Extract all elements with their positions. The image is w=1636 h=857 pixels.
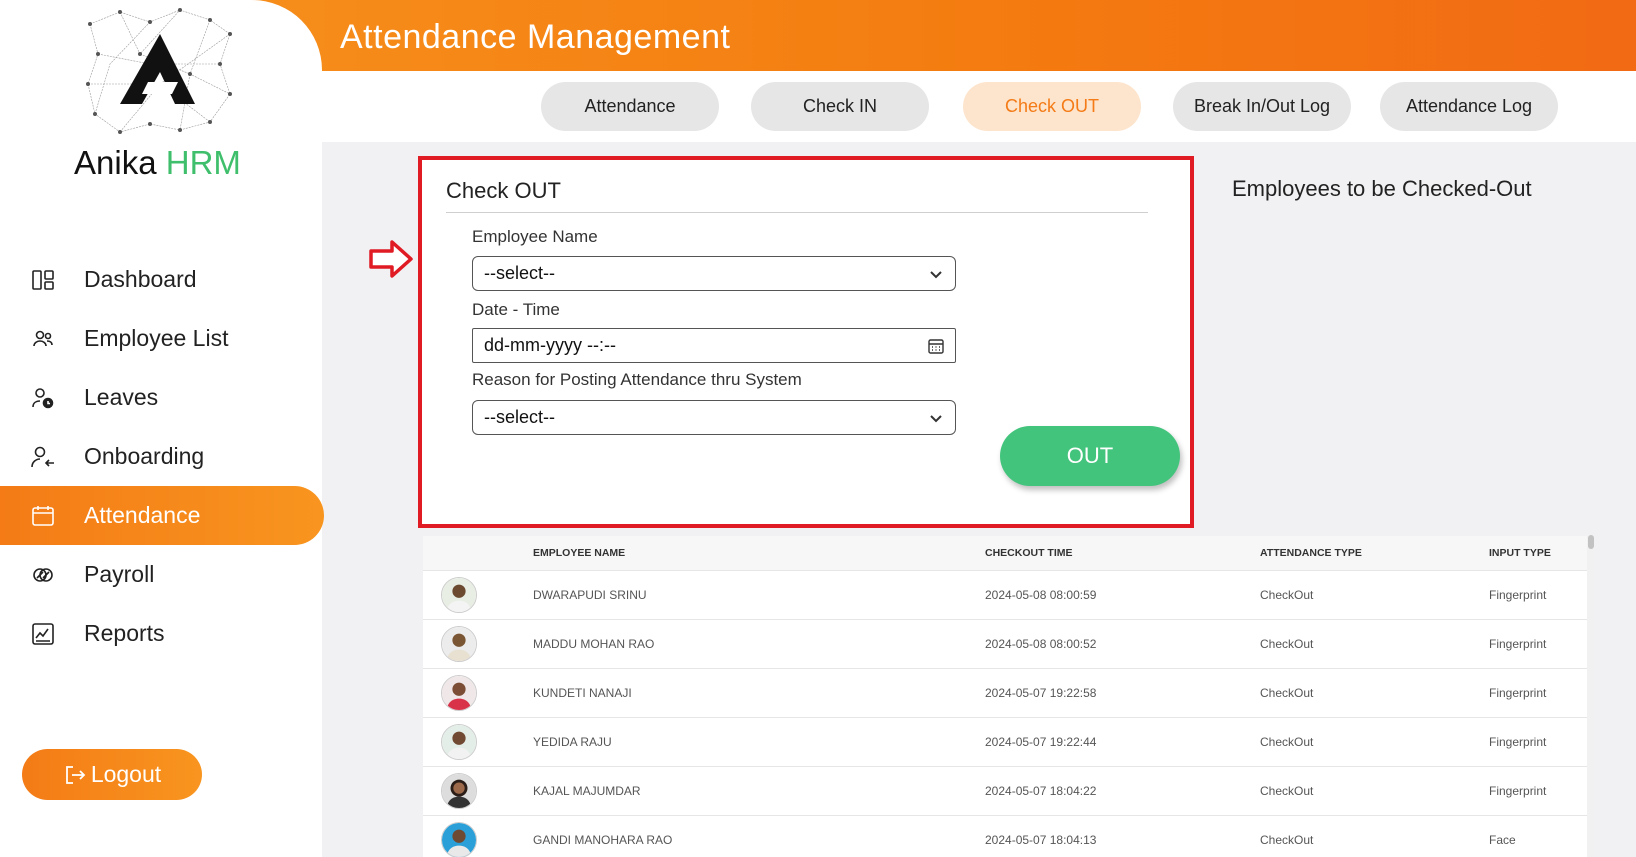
input-type: Fingerprint: [1489, 686, 1547, 700]
column-header: ATTENDANCE TYPE: [1260, 547, 1362, 559]
employee-name: YEDIDA RAJU: [533, 735, 612, 749]
brand-name-part1: Anika: [74, 144, 157, 181]
avatar: [441, 675, 477, 711]
scrollbar-thumb[interactable]: [1588, 535, 1594, 549]
table-row[interactable]: MADDU MOHAN RAO 2024-05-08 08:00:52 Chec…: [423, 619, 1587, 668]
table-header: EMPLOYEE NAME CHECKOUT TIME ATTENDANCE T…: [423, 536, 1587, 570]
attendance-type: CheckOut: [1260, 833, 1314, 847]
sidebar-item-label: Reports: [84, 620, 165, 646]
attendance-type: CheckOut: [1260, 686, 1314, 700]
sidebar-item-reports[interactable]: Reports: [0, 604, 322, 663]
tab-bar: Attendance Check IN Check OUT Break In/O…: [322, 71, 1636, 142]
table-row[interactable]: KUNDETI NANAJI 2024-05-07 19:22:58 Check…: [423, 668, 1587, 717]
avatar: [441, 626, 477, 662]
checkout-time: 2024-05-07 18:04:13: [985, 833, 1097, 847]
avatar: [441, 724, 477, 760]
attendance-type: CheckOut: [1260, 784, 1314, 798]
pending-checkout-title: Employees to be Checked-Out: [1232, 176, 1532, 201]
logo-icon: [86, 8, 232, 134]
panel-title: Check OUT: [446, 178, 561, 203]
out-button[interactable]: OUT: [1000, 426, 1180, 486]
avatar: [441, 773, 477, 809]
column-header: CHECKOUT TIME: [985, 547, 1073, 559]
calendar-picker-icon[interactable]: [927, 337, 945, 355]
user-arrow-icon: [30, 444, 56, 470]
reason-select[interactable]: --select--: [472, 400, 956, 435]
tab-attendance-log[interactable]: Attendance Log: [1380, 82, 1558, 131]
checkout-time: 2024-05-07 19:22:58: [985, 686, 1097, 700]
employee-name: KUNDETI NANAJI: [533, 686, 632, 700]
datetime-label: Date - Time: [472, 300, 560, 319]
input-type: Fingerprint: [1489, 784, 1547, 798]
input-type: Fingerprint: [1489, 637, 1547, 651]
logout-icon: [65, 765, 86, 784]
sidebar-item-payroll[interactable]: Payroll: [0, 545, 322, 604]
users-icon: [30, 326, 56, 352]
attendance-type: CheckOut: [1260, 588, 1314, 602]
employee-name-value: --select--: [484, 263, 555, 283]
sidebar-item-dashboard[interactable]: Dashboard: [0, 250, 322, 309]
sidebar-item-leaves[interactable]: Leaves: [0, 368, 322, 427]
table-row[interactable]: GANDI MANOHARA RAO 2024-05-07 18:04:13 C…: [423, 815, 1587, 857]
checkout-time: 2024-05-08 08:00:52: [985, 637, 1097, 651]
avatar: [441, 822, 477, 857]
sidebar-item-label: Payroll: [84, 561, 155, 587]
table-row[interactable]: KAJAL MAJUMDAR 2024-05-07 18:04:22 Check…: [423, 766, 1587, 815]
table-row[interactable]: YEDIDA RAJU 2024-05-07 19:22:44 CheckOut…: [423, 717, 1587, 766]
tab-check-out[interactable]: Check OUT: [963, 82, 1141, 131]
avatar: [441, 577, 477, 613]
dashboard-icon: [30, 267, 56, 293]
check-out-panel: Check OUT Employee Name --select-- Date …: [418, 156, 1194, 528]
sidebar-item-label: Attendance: [84, 502, 201, 528]
sidebar-item-label: Employee List: [84, 325, 229, 351]
checkout-table: EMPLOYEE NAME CHECKOUT TIME ATTENDANCE T…: [423, 536, 1587, 857]
employee-name-label: Employee Name: [472, 227, 598, 246]
attendance-type: CheckOut: [1260, 637, 1314, 651]
checkout-time: 2024-05-07 18:04:22: [985, 784, 1097, 798]
employee-name: MADDU MOHAN RAO: [533, 637, 655, 651]
input-type: Fingerprint: [1489, 588, 1547, 602]
table-row[interactable]: DWARAPUDI SRINU 2024-05-08 08:00:59 Chec…: [423, 570, 1587, 619]
logout-button[interactable]: Logout: [22, 749, 202, 800]
tab-attendance[interactable]: Attendance: [541, 82, 719, 131]
tab-break-log[interactable]: Break In/Out Log: [1173, 82, 1351, 131]
page-title: Attendance Management: [340, 18, 731, 56]
datetime-input[interactable]: dd-mm-yyyy --:--: [472, 328, 956, 363]
user-clock-icon: [30, 385, 56, 411]
logout-label: Logout: [90, 761, 162, 787]
employee-name: DWARAPUDI SRINU: [533, 588, 647, 602]
coins-icon: [30, 562, 56, 588]
sidebar-item-employee-list[interactable]: Employee List: [0, 309, 322, 368]
reason-value: --select--: [484, 407, 555, 427]
brand-name-part2: HRM: [165, 144, 241, 181]
input-type: Face: [1489, 833, 1516, 847]
column-header: EMPLOYEE NAME: [533, 547, 626, 559]
sidebar-nav: Dashboard Employee List Leaves Onboardin…: [0, 250, 324, 663]
sidebar-item-label: Onboarding: [84, 443, 205, 469]
checkout-time: 2024-05-08 08:00:59: [985, 588, 1097, 602]
sidebar-item-label: Dashboard: [84, 266, 197, 292]
divider: [446, 212, 1148, 213]
sidebar-item-label: Leaves: [84, 384, 159, 410]
column-header: INPUT TYPE: [1489, 547, 1551, 559]
report-icon: [30, 621, 56, 647]
employee-name: GANDI MANOHARA RAO: [533, 833, 673, 847]
table-scrollbar[interactable]: [1588, 535, 1594, 857]
tab-check-in[interactable]: Check IN: [751, 82, 929, 131]
chevron-down-icon: [930, 271, 942, 279]
sidebar-item-attendance[interactable]: Attendance: [0, 486, 324, 545]
reason-label: Reason for Posting Attendance thru Syste…: [472, 370, 802, 389]
employee-name-select[interactable]: --select--: [472, 256, 956, 291]
calendar-icon: [30, 503, 56, 529]
datetime-value: dd-mm-yyyy --:--: [484, 335, 616, 355]
checkout-time: 2024-05-07 19:22:44: [985, 735, 1097, 749]
input-type: Fingerprint: [1489, 735, 1547, 749]
chevron-down-icon: [930, 415, 942, 423]
sidebar-item-onboarding[interactable]: Onboarding: [0, 427, 322, 486]
pointer-arrow-icon: [369, 240, 413, 278]
employee-name: KAJAL MAJUMDAR: [533, 784, 641, 798]
sidebar: Anika HRM Dashboard Employee List Leaves: [0, 0, 324, 857]
attendance-type: CheckOut: [1260, 735, 1314, 749]
brand-name: Anika HRM: [74, 144, 241, 182]
